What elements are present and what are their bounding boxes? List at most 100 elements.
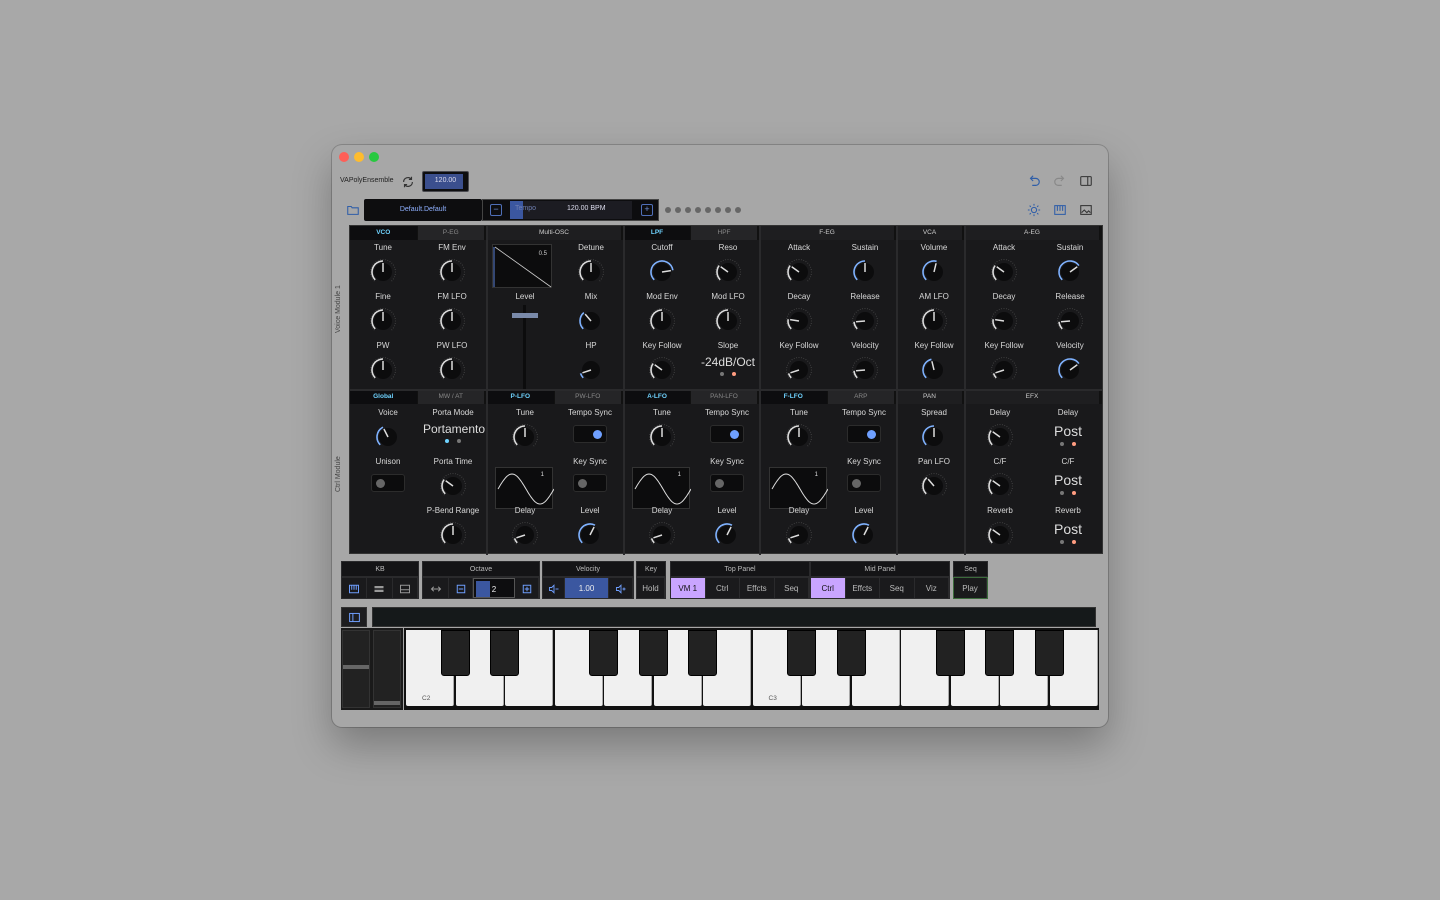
tab-f-lfo[interactable]: F-LFO <box>760 390 828 404</box>
zoom-window-button[interactable] <box>369 152 379 162</box>
black-key[interactable] <box>440 630 470 676</box>
panel-button-seq[interactable]: Seq <box>880 578 915 598</box>
tab-multi-osc[interactable]: Multi-OSC <box>487 226 622 240</box>
octave-value[interactable]: 2 <box>473 578 515 598</box>
play-button[interactable]: Play <box>954 578 987 598</box>
knob-f-decay[interactable]: Decay <box>769 292 829 334</box>
tab-pan-lfo[interactable]: PAN-LFO <box>691 390 758 404</box>
knob-p-lfo-level[interactable]: Level <box>560 506 620 548</box>
pitch-wheel[interactable] <box>342 630 370 708</box>
octave-range-icon[interactable] <box>423 578 449 598</box>
knob-efx-cf[interactable]: C/F <box>970 457 1030 499</box>
knob-mod-lfo[interactable]: Mod LFO <box>698 292 758 334</box>
knob-spread[interactable]: Spread <box>904 408 964 450</box>
octave-increase-button[interactable] <box>515 578 539 598</box>
velocity-down-icon[interactable] <box>543 578 565 598</box>
tempo-increase-button[interactable]: + <box>641 204 653 216</box>
page-dot[interactable] <box>705 207 711 213</box>
undo-icon[interactable] <box>1026 173 1042 189</box>
lfo-waveform-p[interactable]: 1 <box>495 465 555 509</box>
tab-vca[interactable]: VCA <box>897 226 963 240</box>
black-key[interactable] <box>1034 630 1064 676</box>
tab-mw-at[interactable]: MW / AT <box>418 390 485 404</box>
knob-f-velocity[interactable]: Velocity <box>835 341 895 383</box>
page-dot[interactable] <box>665 207 671 213</box>
panel-button-seq[interactable]: Seq <box>775 578 809 598</box>
tab-vco[interactable]: VCO <box>350 226 418 240</box>
toggle-f-lfo-key-sync[interactable]: Key Sync <box>834 457 894 492</box>
black-key[interactable] <box>589 630 618 676</box>
selector-porta-mode[interactable]: Porta Mode Portamento <box>423 408 485 443</box>
sidebar-toggle-icon[interactable] <box>1078 173 1094 189</box>
page-dot[interactable] <box>685 207 691 213</box>
knob-f-lfo-delay[interactable]: Delay <box>769 506 829 548</box>
osc-shape-display[interactable]: 0.5 <box>492 244 552 288</box>
piano-icon[interactable] <box>1052 202 1068 218</box>
tab-hpf[interactable]: HPF <box>691 226 758 240</box>
knob-voice[interactable]: Voice <box>358 408 418 450</box>
octave-decrease-button[interactable] <box>449 578 473 598</box>
knob-a-velocity[interactable]: Velocity <box>1040 341 1100 383</box>
knob-am-lfo[interactable]: AM LFO <box>904 292 964 334</box>
tab-efx[interactable]: EFX <box>965 390 1100 404</box>
knob-reso[interactable]: Reso <box>698 243 758 285</box>
black-key[interactable] <box>985 630 1014 676</box>
tab-arp[interactable]: ARP <box>828 390 895 404</box>
tab-pan[interactable]: PAN <box>897 390 963 404</box>
lfo-waveform-a[interactable]: 1 <box>632 465 692 509</box>
knob-fm-env[interactable]: FM Env <box>422 243 482 285</box>
knob-f-lfo-tune[interactable]: Tune <box>769 408 829 450</box>
folder-icon[interactable] <box>345 202 361 218</box>
knob-f-attack[interactable]: Attack <box>769 243 829 285</box>
knob-porta-time[interactable]: Porta Time <box>423 457 483 499</box>
selector-efx-reverb-mode[interactable]: Reverb Post <box>1038 506 1098 544</box>
knob-key-follow[interactable]: Key Follow <box>632 341 692 383</box>
tab-lpf[interactable]: LPF <box>624 226 691 240</box>
tab-a-lfo[interactable]: A-LFO <box>624 390 691 404</box>
tab-p-eg[interactable]: P-EG <box>418 226 485 240</box>
knob-f-lfo-level[interactable]: Level <box>834 506 894 548</box>
page-dot[interactable] <box>695 207 701 213</box>
knob-tune[interactable]: Tune <box>353 243 413 285</box>
close-window-button[interactable] <box>339 152 349 162</box>
tab-a-eg[interactable]: A-EG <box>965 226 1100 240</box>
velocity-value[interactable]: 1.00 <box>565 578 609 598</box>
black-key[interactable] <box>688 630 717 676</box>
toggle-p-lfo-key-sync[interactable]: Key Sync <box>560 457 620 492</box>
knob-pw-lfo[interactable]: PW LFO <box>422 341 482 383</box>
panel-button-effcts[interactable]: Effcts <box>846 578 880 598</box>
toggle-unison[interactable]: Unison <box>358 457 418 492</box>
selector-slope[interactable]: Slope -24dB/Oct <box>698 341 758 376</box>
knob-f-release[interactable]: Release <box>835 292 895 334</box>
tab-pw-lfo[interactable]: PW-LFO <box>555 390 622 404</box>
knob-pw[interactable]: PW <box>353 341 413 383</box>
toggle-a-lfo-tempo-sync[interactable]: Tempo Sync <box>697 408 757 443</box>
knob-hp[interactable]: HP <box>561 341 621 383</box>
knob-cutoff[interactable]: Cutoff <box>632 243 692 285</box>
preset-name[interactable]: Default.Default <box>364 199 482 221</box>
mod-wheel[interactable] <box>373 630 401 708</box>
panel-button-effcts[interactable]: Effcts <box>740 578 775 598</box>
page-dot[interactable] <box>715 207 721 213</box>
knob-a-lfo-tune[interactable]: Tune <box>632 408 692 450</box>
toggle-a-lfo-key-sync[interactable]: Key Sync <box>697 457 757 492</box>
sun-icon[interactable] <box>1026 202 1042 218</box>
knob-fm-lfo[interactable]: FM LFO <box>422 292 482 334</box>
black-key[interactable] <box>490 630 519 676</box>
image-icon[interactable] <box>1078 202 1094 218</box>
knob-fine[interactable]: Fine <box>353 292 413 334</box>
knob-f-key-follow[interactable]: Key Follow <box>769 341 829 383</box>
knob-mix[interactable]: Mix <box>561 292 621 334</box>
panel-button-ctrl[interactable]: Ctrl <box>811 578 846 598</box>
tempo-display[interactable]: 120.00 <box>422 171 469 192</box>
knob-vca-key-follow[interactable]: Key Follow <box>904 341 964 383</box>
tab-p-lfo[interactable]: P-LFO <box>487 390 555 404</box>
knob-a-lfo-delay[interactable]: Delay <box>632 506 692 548</box>
toggle-p-lfo-tempo-sync[interactable]: Tempo Sync <box>560 408 620 443</box>
knob-mod-env[interactable]: Mod Env <box>632 292 692 334</box>
knob-a-lfo-level[interactable]: Level <box>697 506 757 548</box>
knob-a-sustain[interactable]: Sustain <box>1040 243 1100 285</box>
page-indicator[interactable] <box>665 207 741 213</box>
page-dot[interactable] <box>735 207 741 213</box>
lfo-waveform-f[interactable]: 1 <box>769 465 829 509</box>
